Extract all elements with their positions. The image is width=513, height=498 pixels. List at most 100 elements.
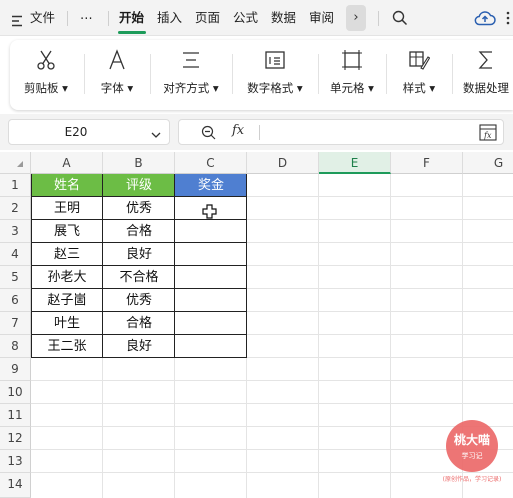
menu-icon[interactable] [12,12,22,27]
svg-text:fx: fx [483,131,492,140]
column-header-f[interactable]: F [391,152,463,174]
gridline [31,380,513,381]
row-header[interactable]: 8 [0,335,31,358]
cell-rating[interactable]: 优秀 [103,197,175,220]
table-border [31,265,247,266]
tab-page[interactable]: 页面 [195,0,220,36]
row-header[interactable]: 5 [0,266,31,289]
insert-function-icon[interactable]: fx [479,124,497,141]
cell-reference: E20 [64,125,88,139]
cell-name[interactable]: 孙老大 [31,266,103,289]
data-processing-group[interactable]: 数据处理 [454,40,513,110]
row-header[interactable]: 9 [0,358,31,381]
font-label: 字体 ▾ [100,81,134,95]
cell-name[interactable]: 展飞 [31,220,103,243]
cell-name[interactable]: 王明 [31,197,103,220]
chevron-down-icon[interactable] [151,128,161,138]
zoom-icon[interactable] [201,125,216,140]
select-all-corner[interactable] [0,152,31,174]
cell-name[interactable]: 赵三 [31,243,103,266]
cell-bonus[interactable] [175,220,247,243]
cell-name[interactable]: 叶生 [31,312,103,335]
table-border [31,219,247,220]
table-border [102,174,103,358]
more-options-icon[interactable] [505,10,511,26]
active-tab-indicator [118,31,146,34]
alignment-group[interactable]: 对齐方式 ▾ [152,40,230,110]
menu-divider [108,11,109,26]
row-header[interactable]: 1 [0,174,31,197]
column-header-e[interactable]: E [319,152,391,174]
row-header[interactable]: 13 [0,450,31,473]
cell-rating[interactable]: 良好 [103,243,175,266]
cell-cursor-icon [202,204,217,219]
watermark-logo: 桃大喵 学习记 [446,420,498,472]
table-border [31,288,247,289]
ribbon-toolbar: 剪贴板 ▾ 字体 ▾ 对齐方式 ▾ 数字格式 ▾ 单元格 ▾ 样式 ▾ 数据处理 [10,40,513,110]
row-header[interactable]: 12 [0,427,31,450]
header-cell-rating[interactable]: 评级 [103,174,175,197]
cell-rating[interactable]: 良好 [103,335,175,358]
style-group[interactable]: 样式 ▾ [388,40,450,110]
tab-scroll-right-button[interactable]: › [346,5,366,31]
cell-rating[interactable]: 合格 [103,312,175,335]
watermark-tagline: (原创作品，学习记录) [442,476,502,483]
cell-rating[interactable]: 优秀 [103,289,175,312]
row-header[interactable]: 11 [0,404,31,427]
cell-bonus[interactable] [175,266,247,289]
data-processing-label: 数据处理 [463,81,509,95]
cell-group[interactable]: 单元格 ▾ [320,40,384,110]
style-icon [408,49,431,71]
row-header[interactable]: 14 [0,473,31,498]
cloud-upload-icon[interactable] [474,8,496,28]
cell-name[interactable]: 赵子崮 [31,289,103,312]
name-box[interactable]: E20 [8,119,170,145]
cell-bonus[interactable] [175,312,247,335]
font-group[interactable]: 字体 ▾ [86,40,148,110]
row-header[interactable]: 3 [0,220,31,243]
row-header[interactable]: 2 [0,197,31,220]
column-header-b[interactable]: B [103,152,175,174]
row-header[interactable]: 10 [0,381,31,404]
column-header-g[interactable]: G [463,152,513,174]
clipboard-group[interactable]: 剪贴板 ▾ [10,40,82,110]
cell-name[interactable]: 王二张 [31,335,103,358]
table-border [246,174,247,358]
tab-formula[interactable]: 公式 [233,0,258,36]
tab-insert[interactable]: 插入 [157,0,182,36]
cell-rating[interactable]: 合格 [103,220,175,243]
gridline [390,174,391,498]
table-border [174,174,175,358]
style-label: 样式 ▾ [402,81,436,95]
gridline [31,449,513,450]
fx-button[interactable]: fx [232,123,244,138]
menu-divider [67,11,68,26]
search-icon[interactable] [392,10,408,26]
gridline [31,403,513,404]
tab-review[interactable]: 审阅 [309,0,334,36]
header-cell-name[interactable]: 姓名 [31,174,103,197]
column-header-c[interactable]: C [175,152,247,174]
cell-bonus[interactable] [175,243,247,266]
row-header[interactable]: 7 [0,312,31,335]
cell-rating[interactable]: 不合格 [103,266,175,289]
more-menu[interactable]: ⋯ [80,0,93,36]
row-header[interactable]: 4 [0,243,31,266]
spreadsheet-grid: A B C D E F G 1 2 3 4 5 6 7 8 9 10 11 12… [0,152,513,498]
scissors-icon [35,49,57,71]
file-menu[interactable]: 文件 [30,0,55,36]
table-border [31,174,32,358]
cell-bonus[interactable] [175,335,247,358]
chevron-right-icon: › [353,10,359,25]
ribbon-divider [318,54,319,94]
column-header-d[interactable]: D [247,152,319,174]
row-header[interactable]: 6 [0,289,31,312]
number-format-group[interactable]: 数字格式 ▾ [234,40,316,110]
number-format-icon [264,49,286,71]
header-cell-bonus[interactable]: 奖金 [175,174,247,197]
tab-data[interactable]: 数据 [271,0,296,36]
column-header-a[interactable]: A [31,152,103,174]
cell-label: 单元格 ▾ [330,81,374,95]
cell-bonus[interactable] [175,289,247,312]
ribbon-divider [84,54,85,94]
